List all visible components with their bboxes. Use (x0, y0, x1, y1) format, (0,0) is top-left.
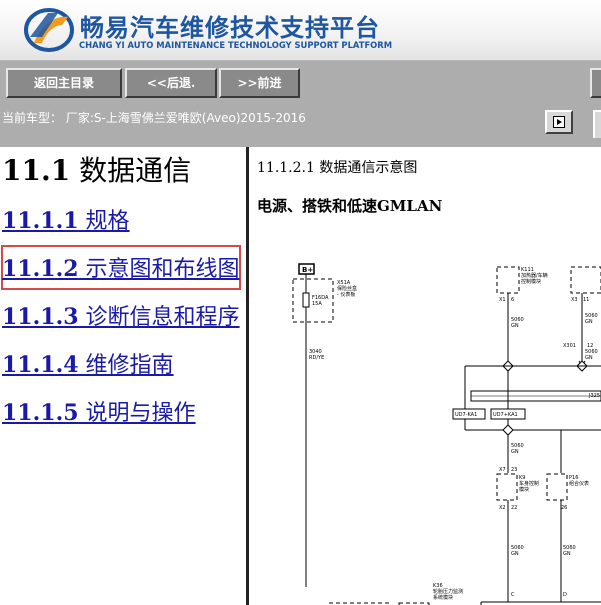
svg-text:GN: GN (511, 551, 519, 557)
wiring-diagram: B+ X51A 保险丝盒 - 仪表板 F16DA 15A 3040 RD/YE … (292, 263, 601, 605)
svg-text:GN: GN (511, 323, 519, 329)
svg-text:车身控制: 车身控制 (519, 480, 539, 487)
svg-text:UD7+KA1: UD7+KA1 (493, 412, 518, 418)
svg-text:X3: X3 (571, 297, 578, 303)
svg-text:26: 26 (561, 505, 567, 511)
home-button[interactable]: 返回主目录 (6, 68, 122, 98)
app-title: 畅易汽车维修技术支持平台 (80, 14, 380, 42)
toc-link-diagnostics[interactable]: 11.1.3 诊断信息和程序 (2, 299, 240, 331)
svg-text:D: D (563, 592, 567, 598)
svg-text:加热器/车辆: 加热器/车辆 (521, 272, 548, 279)
section-title: 11.1 数据通信 (2, 154, 192, 187)
svg-text:保险丝盒: 保险丝盒 (337, 285, 357, 292)
svg-text:15A: 15A (312, 301, 322, 307)
svg-text:GN: GN (585, 355, 593, 361)
toolbar: 返回主目录 <<后退. >>前进 (0, 61, 601, 103)
content-pane: 11.1.2.1 数据通信示意图 电源、搭铁和低速GMLAN B+ X51A 保… (249, 147, 601, 605)
svg-text:GN: GN (563, 551, 571, 557)
battery-label: B+ (302, 266, 313, 274)
svg-text:23: 23 (511, 467, 517, 473)
svg-text:6: 6 (511, 297, 514, 303)
cy-logo-icon (24, 8, 74, 52)
app-subtitle: CHANG YI AUTO MAINTENANCE TECHNOLOGY SUP… (79, 40, 393, 50)
svg-text:X7: X7 (499, 467, 506, 473)
svg-text:X2: X2 (499, 505, 506, 511)
svg-text:UD7-KA1: UD7-KA1 (455, 412, 477, 418)
svg-text:控制模块: 控制模块 (521, 278, 541, 285)
svg-text:X1: X1 (499, 297, 506, 303)
toc-link-specifications[interactable]: 11.1.1 规格 (2, 203, 130, 235)
toc-link-schematics[interactable]: 11.1.2 示意图和布线图 (2, 251, 240, 283)
app-header: 畅易汽车维修技术支持平台 CHANG YI AUTO MAINTENANCE T… (0, 0, 601, 61)
toc-sidebar: 11.1 数据通信 11.1.1 规格 11.1.2 示意图和布线图 11.1.… (0, 147, 246, 605)
svg-text:GN: GN (511, 449, 519, 455)
svg-text:轮胎压力监测: 轮胎压力监测 (433, 588, 463, 595)
panel-edge-button[interactable] (593, 110, 601, 138)
toolbar-edge-button[interactable] (590, 68, 601, 98)
toc-link-description-operation[interactable]: 11.1.5 说明与操作 (2, 395, 196, 427)
svg-text:GN: GN (585, 319, 593, 325)
svg-text:RD/YE: RD/YE (309, 355, 324, 361)
doc-heading: 11.1.2.1 数据通信示意图 (257, 160, 418, 176)
svg-text:- 仪表板: - 仪表板 (337, 291, 355, 298)
next-page-button[interactable] (545, 110, 573, 134)
svg-text:22: 22 (511, 505, 517, 511)
forward-button[interactable]: >>前进 (219, 68, 300, 98)
svg-text:C: C (511, 592, 515, 598)
svg-text:模块: 模块 (519, 486, 529, 493)
svg-text:组合仪表: 组合仪表 (569, 480, 589, 487)
current-vehicle-label: 当前车型： 厂家:S-上海雪佛兰爱唯欧(Aveo)2015-2016 (2, 111, 306, 125)
svg-text:11: 11 (583, 297, 589, 303)
vehicle-info-bar: 当前车型： 厂家:S-上海雪佛兰爱唯欧(Aveo)2015-2016 (0, 103, 601, 147)
back-button[interactable]: <<后退. (125, 68, 217, 98)
doc-subheading: 电源、搭铁和低速GMLAN (257, 197, 443, 215)
svg-text:J325: J325 (588, 393, 600, 399)
arrow-right-icon (553, 116, 565, 128)
svg-text:系统模块: 系统模块 (433, 594, 453, 601)
svg-text:X301: X301 (563, 343, 576, 349)
toc-link-repair-guide[interactable]: 11.1.4 维修指南 (2, 347, 174, 379)
